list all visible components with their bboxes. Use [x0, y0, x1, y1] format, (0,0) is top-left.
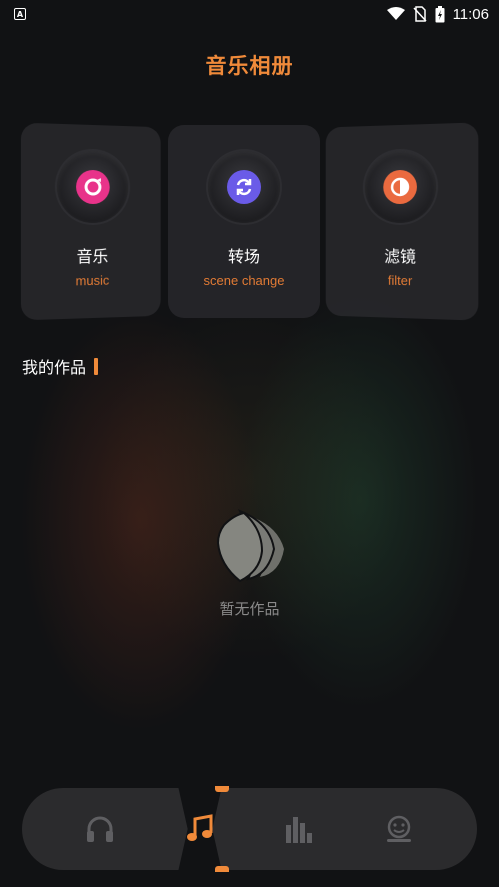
profile-icon [387, 815, 411, 842]
status-bar: A 11:06 [0, 0, 499, 28]
status-time: 11:06 [452, 5, 489, 23]
notification-a-icon: A [14, 8, 26, 20]
scene-change-card[interactable]: 转场 scene change [168, 125, 320, 318]
book-pages-icon [216, 509, 284, 583]
filter-icon [383, 169, 417, 205]
section-accent-bar [94, 357, 99, 375]
page-title: 音乐相册 [205, 54, 294, 78]
my-works-heading: 我的作品 [22, 354, 99, 378]
filter-card-title: 滤镜 [384, 246, 416, 267]
filter-card[interactable]: 滤镜 filter [325, 122, 479, 321]
wifi-icon [386, 7, 405, 20]
scene-card-title: 转场 [227, 247, 260, 266]
music-card-subtitle: music [75, 272, 110, 289]
headphones-icon [87, 816, 113, 842]
tab-profile[interactable] [359, 788, 439, 870]
no-sim-icon [413, 6, 427, 22]
tab-equalizer[interactable] [259, 788, 339, 870]
empty-state-text: 暂无作品 [219, 600, 280, 618]
filter-icon-ring [364, 150, 437, 224]
music-disc-icon [75, 169, 110, 205]
music-note-icon [187, 814, 213, 841]
battery-charging-icon [435, 5, 445, 22]
tab-music[interactable] [160, 788, 240, 870]
equalizer-icon [286, 817, 312, 843]
scene-card-subtitle: scene change [203, 273, 285, 288]
scene-icon-ring [208, 151, 280, 223]
music-icon-ring [56, 150, 128, 224]
filter-card-subtitle: filter [387, 272, 413, 289]
my-works-label: 我的作品 [22, 358, 87, 377]
refresh-icon [227, 170, 261, 204]
tab-headphones[interactable] [60, 788, 140, 870]
music-card[interactable]: 音乐 music [20, 122, 161, 321]
bottom-tab-bar [22, 786, 477, 872]
music-card-title: 音乐 [76, 246, 109, 267]
